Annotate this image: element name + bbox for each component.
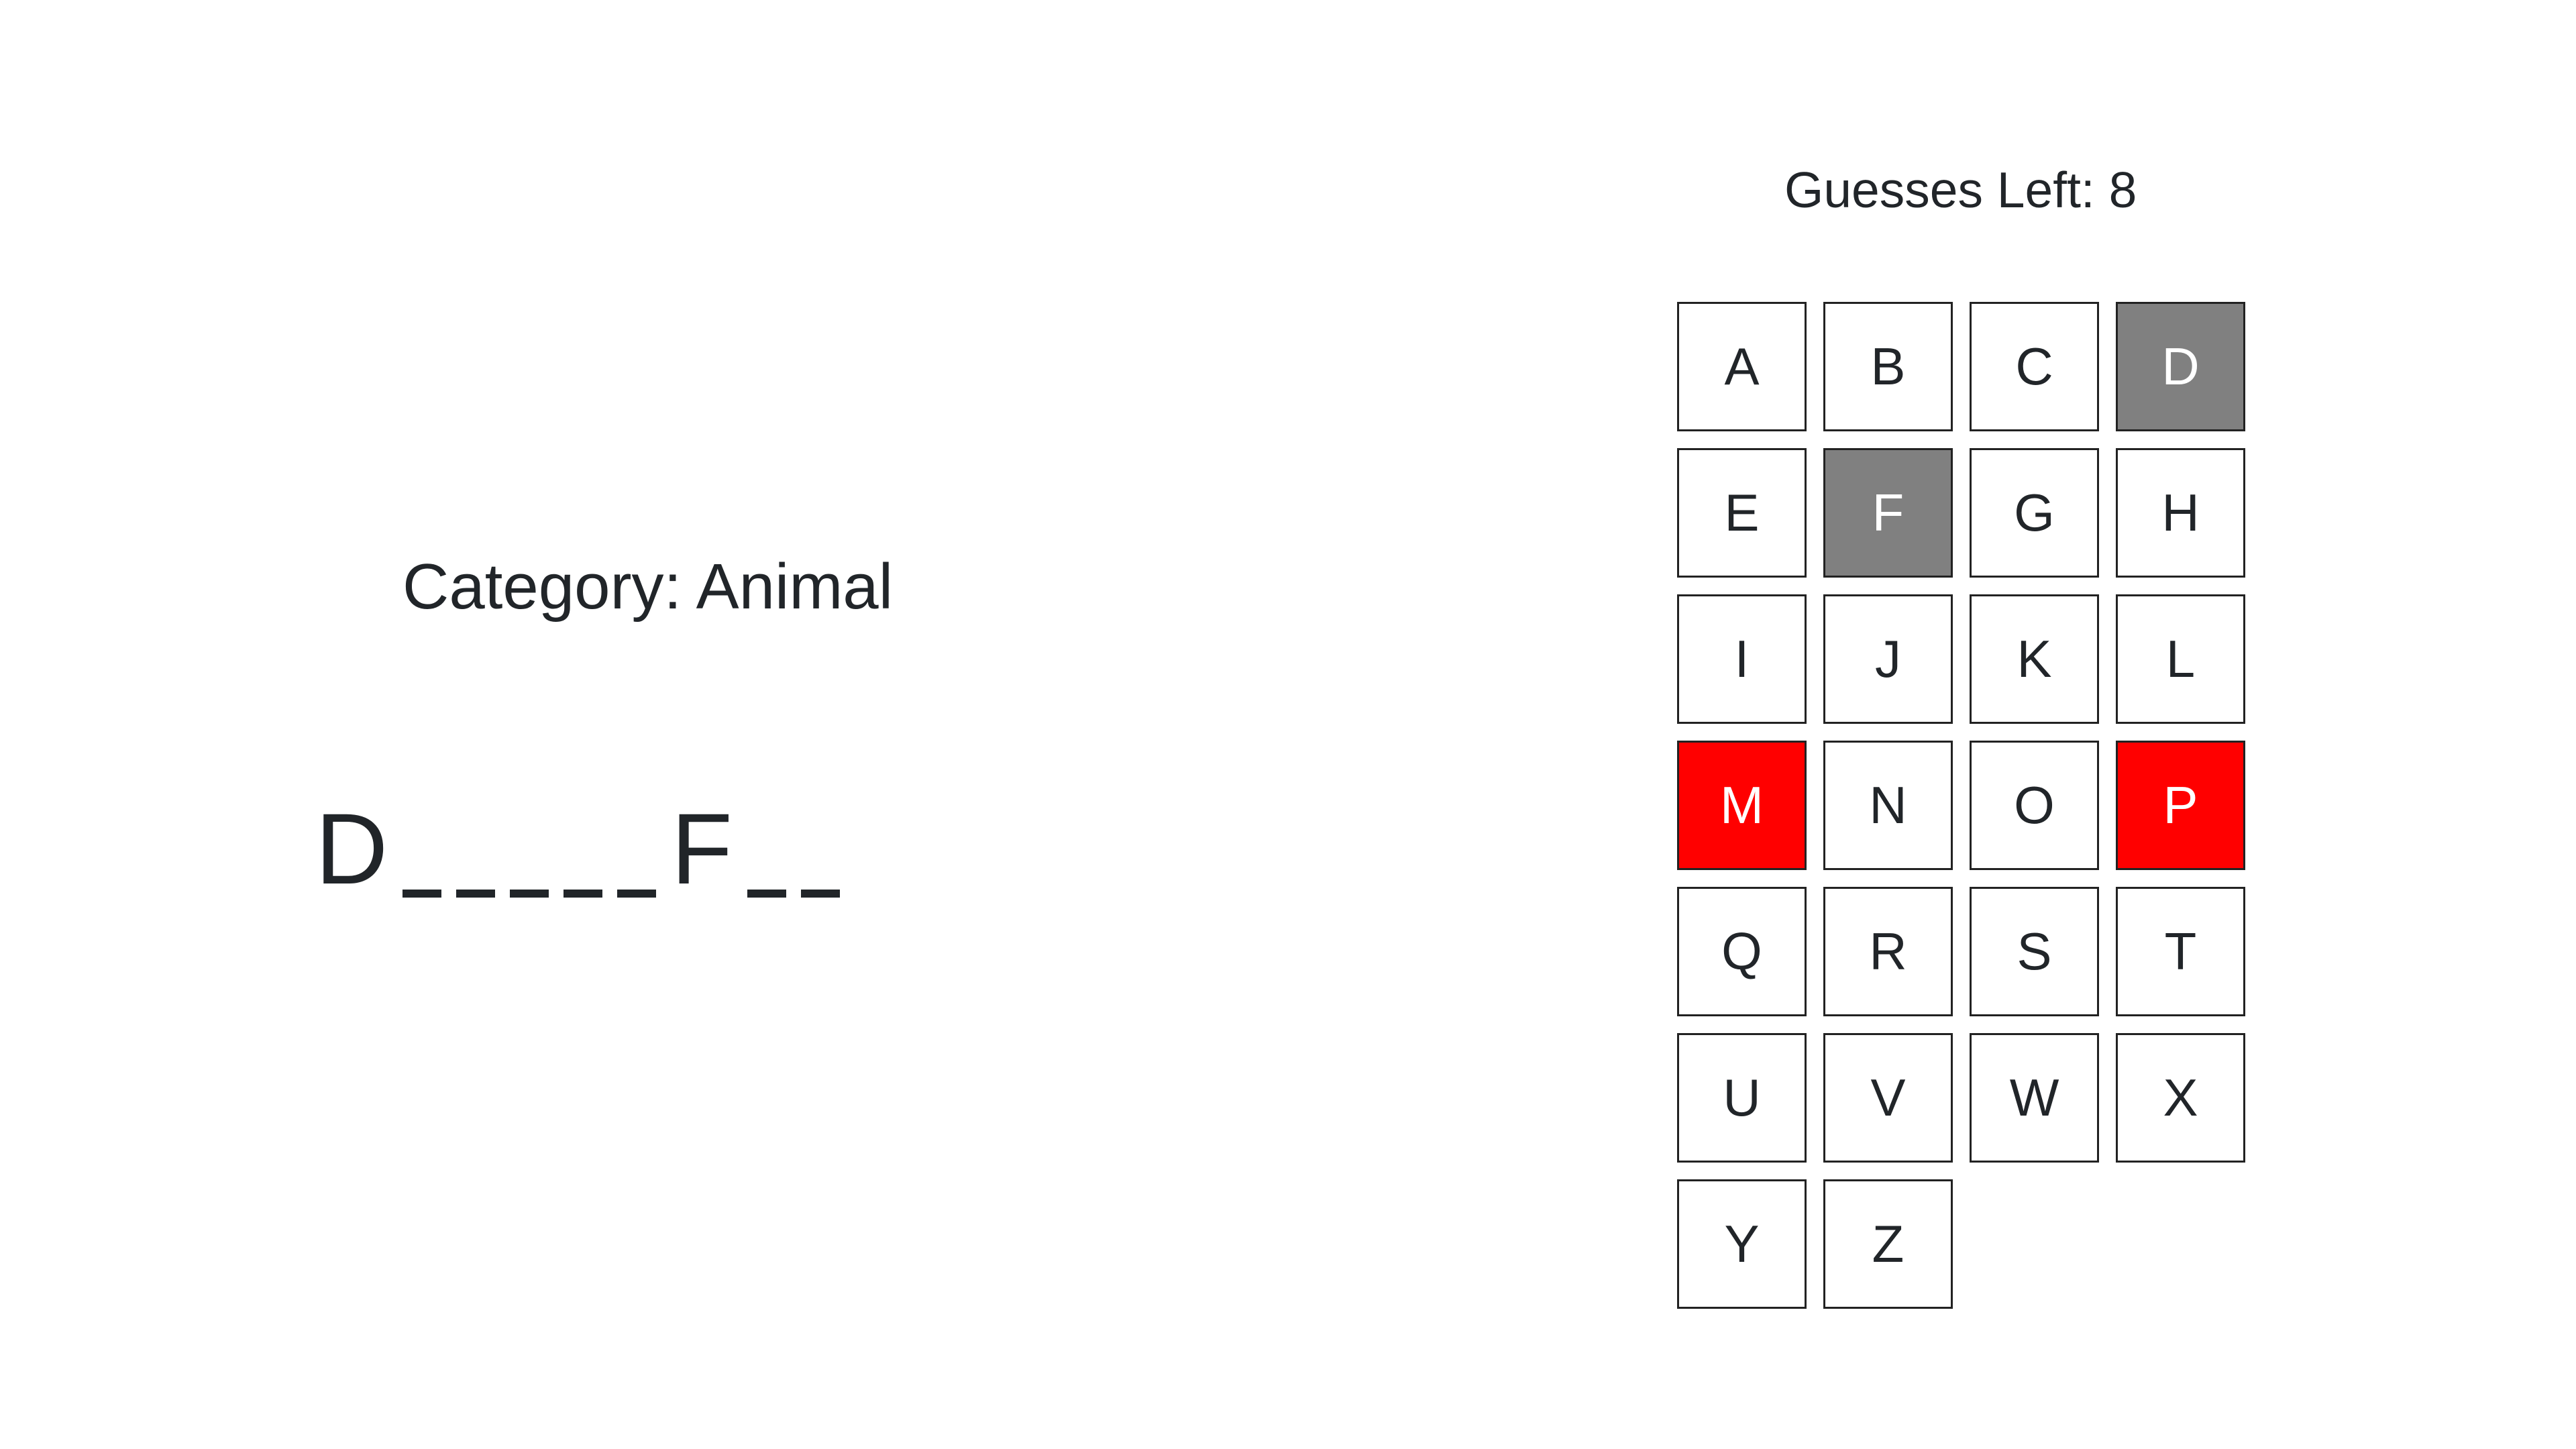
key-n[interactable]: N bbox=[1823, 741, 1953, 870]
word-blank bbox=[510, 805, 549, 932]
guesses-left-label: Guesses Left: 8 bbox=[1784, 162, 2137, 218]
key-g[interactable]: G bbox=[1970, 448, 2099, 578]
key-z[interactable]: Z bbox=[1823, 1179, 1953, 1309]
key-y[interactable]: Y bbox=[1677, 1179, 1807, 1309]
key-r[interactable]: R bbox=[1823, 887, 1953, 1016]
word-blank bbox=[456, 805, 495, 932]
key-o[interactable]: O bbox=[1970, 741, 2099, 870]
key-t[interactable]: T bbox=[2116, 887, 2245, 1016]
key-b[interactable]: B bbox=[1823, 302, 1953, 431]
word-letter: F bbox=[671, 792, 733, 905]
key-v[interactable]: V bbox=[1823, 1033, 1953, 1163]
word-blank bbox=[801, 805, 840, 932]
word-letter: D bbox=[315, 792, 388, 905]
key-x[interactable]: X bbox=[2116, 1033, 2245, 1163]
word-blank bbox=[747, 805, 786, 932]
key-u[interactable]: U bbox=[1677, 1033, 1807, 1163]
key-k[interactable]: K bbox=[1970, 594, 2099, 724]
category-label: Category: Animal bbox=[402, 551, 894, 623]
key-c[interactable]: C bbox=[1970, 302, 2099, 431]
word-blank bbox=[402, 805, 441, 932]
word-blank bbox=[617, 805, 656, 932]
key-e[interactable]: E bbox=[1677, 448, 1807, 578]
key-d[interactable]: D bbox=[2116, 302, 2245, 431]
key-q[interactable]: Q bbox=[1677, 887, 1807, 1016]
key-s[interactable]: S bbox=[1970, 887, 2099, 1016]
key-a[interactable]: A bbox=[1677, 302, 1807, 431]
key-j[interactable]: J bbox=[1823, 594, 1953, 724]
letter-keyboard: ABCD EFGH IJKL MNOP QRST UVWX YZ bbox=[1677, 302, 2245, 1309]
key-l[interactable]: L bbox=[2116, 594, 2245, 724]
key-m[interactable]: M bbox=[1677, 741, 1807, 870]
key-f[interactable]: F bbox=[1823, 448, 1953, 578]
game-stage: Category: Animal DF Guesses Left: 8 ABCD… bbox=[0, 0, 2576, 1449]
key-h[interactable]: H bbox=[2116, 448, 2245, 578]
word-blank bbox=[564, 805, 602, 932]
key-w[interactable]: W bbox=[1970, 1033, 2099, 1163]
key-p[interactable]: P bbox=[2116, 741, 2245, 870]
word-display: DF bbox=[315, 792, 840, 932]
key-i[interactable]: I bbox=[1677, 594, 1807, 724]
